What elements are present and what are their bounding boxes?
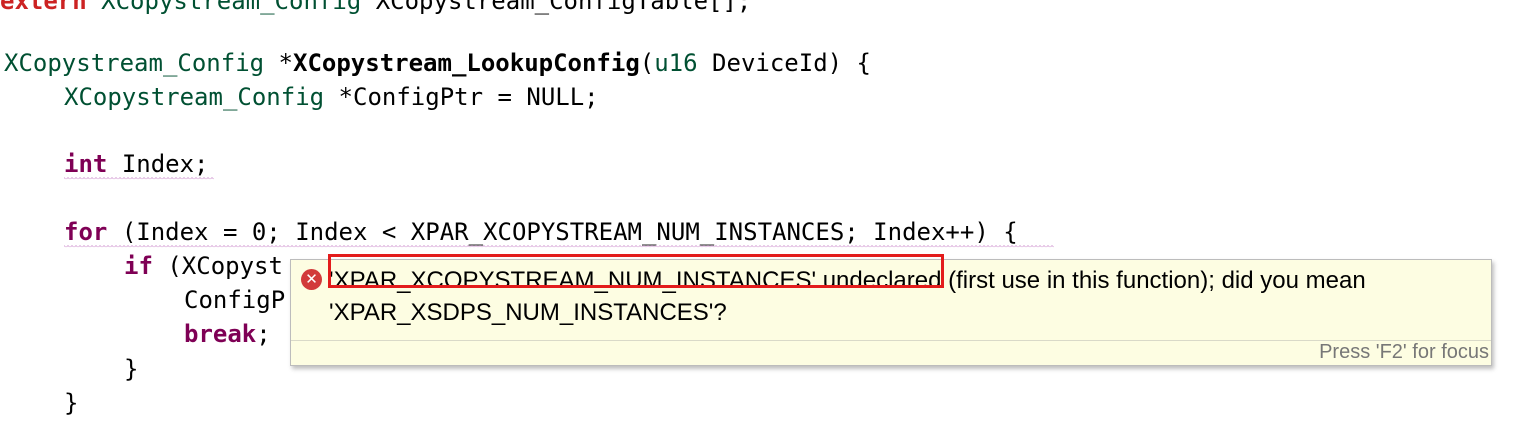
code-line-assign: ConfigP (184, 286, 286, 314)
code-line-for-loop: for (Index = 0; Index < XPAR_XCOPYSTREAM… (64, 218, 1018, 246)
code-line-int-index: int Index; (64, 150, 209, 178)
error-squiggle (64, 245, 1054, 248)
code-line-close-if: } (124, 355, 139, 383)
code-line-extern: extern XCopystream_Config XCopystream_Co… (0, 0, 752, 15)
code-line-if: if (XCopyst (124, 252, 283, 280)
focus-hint-text: Press 'F2' for focus (1319, 341, 1489, 363)
code-line-close-for: } (64, 389, 79, 417)
annotation-highlight-box (328, 254, 944, 288)
warning-squiggle (64, 177, 214, 180)
error-hover-popup[interactable]: ✕ 'XPAR_XCOPYSTREAM_NUM_INSTANCES' undec… (290, 254, 1492, 366)
error-icon: ✕ (301, 269, 322, 290)
code-editor[interactable]: extern XCopystream_Config XCopystream_Co… (0, 0, 1535, 433)
code-line-configptr: XCopystream_Config *ConfigPtr = NULL; (64, 83, 599, 111)
error-message-line2: 'XPAR_XSDPS_NUM_INSTANCES'? (329, 299, 727, 326)
code-line-function-signature: XCopystream_Config *XCopystream_LookupCo… (4, 49, 871, 77)
popup-footer: Press 'F2' for focus (291, 340, 1491, 365)
code-line-break: break; (184, 320, 271, 348)
